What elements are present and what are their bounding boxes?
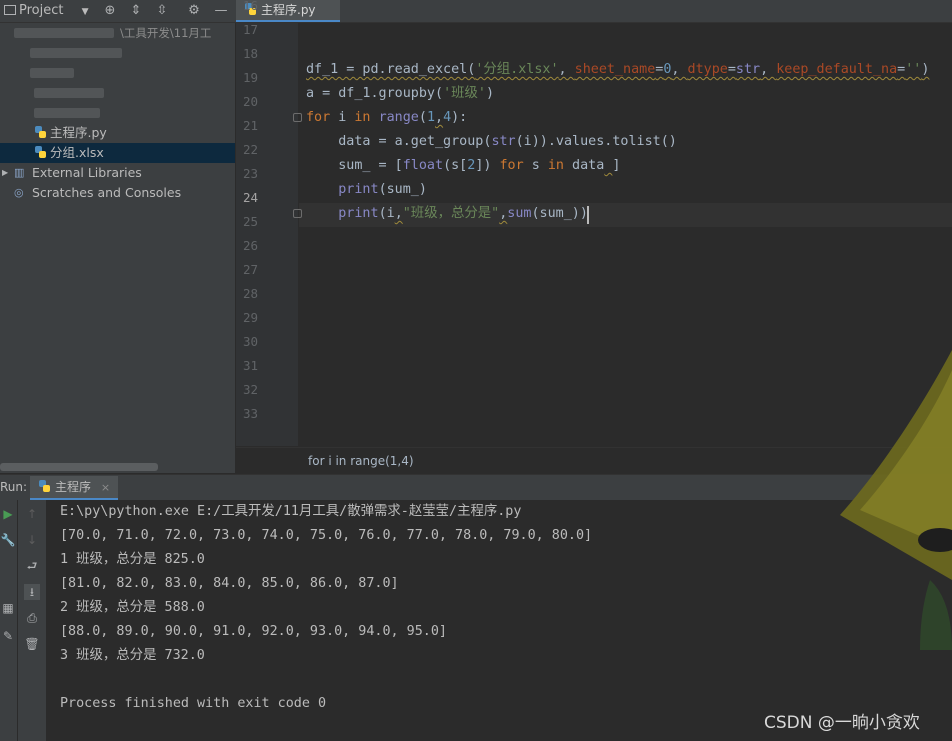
scratches-icon: ◎ (14, 186, 24, 199)
code-line-18: df_1 = pd.read_excel('分组.xlsx', sheet_na… (306, 62, 930, 77)
text-caret (587, 206, 589, 224)
run-panel-label: Run: (0, 480, 28, 494)
console-line: [88.0, 89.0, 90.0, 91.0, 92.0, 93.0, 94.… (60, 624, 447, 639)
run-icon[interactable]: ▶ (0, 506, 16, 522)
line-number: 30 (242, 334, 258, 349)
console-line: [70.0, 71.0, 72.0, 73.0, 74.0, 75.0, 76.… (60, 528, 593, 543)
expand-all-icon[interactable]: ⇕ (128, 2, 144, 20)
code-line-23: print(sum_) (338, 182, 427, 197)
project-icon (4, 5, 16, 15)
console-line: [81.0, 82.0, 83.0, 84.0, 85.0, 86.0, 87.… (60, 576, 399, 591)
line-number: 26 (242, 238, 258, 253)
line-number: 16 (242, 0, 258, 13)
scroll-up-icon[interactable]: ↑ (24, 506, 40, 522)
tree-item-hidden[interactable] (0, 83, 235, 103)
line-number: 17 (242, 22, 258, 37)
soft-wrap-icon[interactable]: ⮐ (24, 558, 40, 574)
print-icon[interactable]: ⎙ (24, 610, 40, 626)
console-line: 2 班级，总分是 588.0 (60, 600, 205, 615)
tree-item-hidden[interactable] (0, 63, 235, 83)
locate-icon[interactable]: ⊕ (102, 2, 118, 20)
chevron-right-icon[interactable]: ▶ (2, 163, 8, 183)
code-line-21: data = a.get_group(str(i)).values.tolist… (306, 134, 677, 149)
tree-file-main-py[interactable]: 主程序.py (0, 123, 235, 143)
close-icon[interactable]: × (101, 481, 110, 494)
scroll-down-icon[interactable]: ↓ (24, 532, 40, 548)
tree-item-hidden[interactable] (0, 43, 235, 63)
python-file-icon (38, 480, 51, 493)
trash-icon[interactable]: 🗑 (24, 636, 40, 652)
line-number: 29 (242, 310, 258, 325)
code-line-24: print(i,"班级，总分是",sum(sum_)) (338, 206, 588, 221)
line-number: 31 (242, 358, 258, 373)
console-line: Process finished with exit code 0 (60, 696, 327, 711)
code-line-22: sum_ = [float(s[2]) for s in data ] (306, 158, 621, 173)
line-number: 22 (242, 142, 258, 157)
tree-item-external-libraries[interactable]: ▶ ▥ External Libraries (0, 163, 235, 183)
scroll-to-end-icon[interactable]: ⭳ (24, 584, 40, 600)
project-tree-panel: \工具开发\11月工 主程序.py 分组.xlsx ▶ ▥ External L… (0, 23, 235, 473)
tree-item-project-root[interactable]: \工具开发\11月工 (0, 23, 235, 43)
wrench-icon[interactable]: 🔧 (0, 532, 16, 548)
collapse-all-icon[interactable]: ⇳ (154, 2, 170, 20)
console-line: 1 班级，总分是 825.0 (60, 552, 205, 567)
tree-file-group-xlsx[interactable]: 分组.xlsx (0, 143, 235, 163)
layout-icon[interactable]: ▦ (0, 600, 16, 616)
console-line: 3 班级，总分是 732.0 (60, 648, 205, 663)
decorative-hat-illustration (840, 350, 952, 650)
code-line-20: for i in range(1,4): (306, 110, 468, 125)
breadcrumb[interactable]: for i in range(1,4) (308, 454, 414, 468)
project-panel-title[interactable]: Project ▼ (4, 2, 89, 20)
line-number: 32 (242, 382, 258, 397)
chevron-down-icon[interactable]: ▼ (82, 7, 89, 17)
line-number: 21 (242, 118, 258, 133)
pin-icon[interactable]: ✎ (0, 628, 16, 644)
line-number: 25 (242, 214, 258, 229)
line-number: 19 (242, 70, 258, 85)
tree-item-hidden[interactable] (0, 103, 235, 123)
console-line: E:\py\python.exe E:/工具开发/11月工具/散弹需求-赵莹莹/… (60, 504, 522, 519)
line-number: 33 (242, 406, 258, 421)
library-icon: ▥ (14, 166, 25, 179)
code-line-19: a = df_1.groupby('班级') (306, 86, 495, 101)
fold-marker-icon[interactable] (293, 113, 302, 122)
minimize-icon[interactable]: — (213, 2, 229, 20)
watermark: CSDN @一晌小贪欢 (764, 713, 920, 733)
line-number: 18 (242, 46, 258, 61)
line-number: 24 (242, 190, 258, 205)
gear-icon[interactable]: ⚙ (186, 2, 202, 20)
excel-file-icon (34, 146, 47, 159)
run-panel-header (0, 474, 952, 500)
line-number: 20 (242, 94, 258, 109)
python-file-icon (34, 126, 47, 139)
tree-item-scratches[interactable]: ◎ Scratches and Consoles (0, 183, 235, 203)
fold-marker-icon[interactable] (293, 209, 302, 218)
run-tab-main[interactable]: 主程序 × (30, 476, 118, 500)
project-horizontal-scrollbar[interactable] (0, 463, 158, 471)
line-number: 28 (242, 286, 258, 301)
line-number: 27 (242, 262, 258, 277)
line-number: 23 (242, 166, 258, 181)
